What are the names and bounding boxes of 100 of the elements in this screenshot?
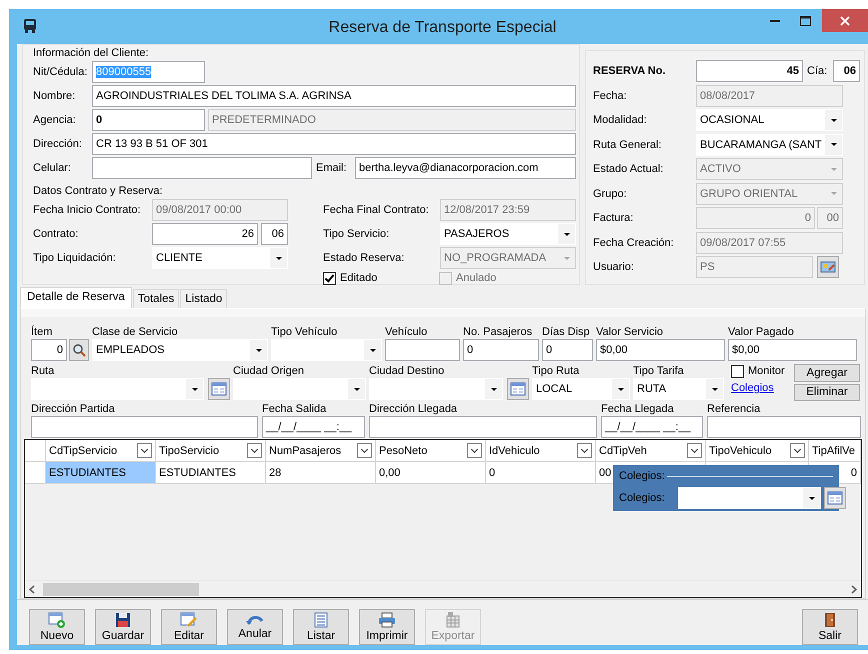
caret-icon <box>276 256 282 260</box>
caret-icon <box>192 388 198 390</box>
row-header <box>25 462 46 484</box>
column-header[interactable]: CdTipVeh <box>596 440 706 462</box>
bus-icon <box>22 18 38 34</box>
input-field[interactable] <box>385 339 460 361</box>
checkbox-label: Monitor <box>748 364 785 378</box>
table-cell: 0 <box>486 462 596 484</box>
input-field[interactable]: 0 <box>542 339 593 361</box>
input-field[interactable]: $0,00 <box>596 339 725 361</box>
toolbar-button[interactable]: Guardar <box>95 609 151 645</box>
dropdown-field[interactable] <box>271 339 382 361</box>
column-filter-button[interactable] <box>357 443 372 458</box>
link[interactable]: Colegios <box>731 381 774 395</box>
dropdown-field[interactable]: PASAJEROS <box>440 223 576 245</box>
dropdown-field[interactable]: EMPLEADOS <box>92 339 268 361</box>
action-button[interactable]: Eliminar <box>794 384 860 401</box>
input-field[interactable]: 0 <box>463 339 539 361</box>
dropdown-field[interactable]: OCASIONAL <box>696 109 843 131</box>
lookup-button[interactable] <box>208 378 230 400</box>
tab[interactable]: Listado <box>180 289 228 308</box>
input-field[interactable] <box>707 416 861 438</box>
dropdown-field[interactable] <box>233 378 366 400</box>
group-label: Información del Cliente: <box>33 46 150 61</box>
scrollbar-thumb[interactable] <box>43 582 199 596</box>
toolbar-button[interactable]: Anular <box>227 609 283 645</box>
checkbox[interactable] <box>731 364 744 378</box>
input-field[interactable]: bertha.leyva@dianacorporacion.com <box>355 157 576 179</box>
search-icon <box>72 343 86 357</box>
column-filter-button[interactable] <box>790 443 805 458</box>
input-field[interactable]: 26 <box>152 223 258 245</box>
input-field[interactable]: AGROINDUSTRIALES DEL TOLIMA S.A. AGRINSA <box>92 85 576 107</box>
column-filter-button[interactable] <box>467 443 482 458</box>
field-label: Clase de Servicio <box>92 325 179 339</box>
field-label: Valor Servicio <box>596 325 664 339</box>
field-label: Fecha Final Contrato: <box>323 203 430 217</box>
close-icon <box>840 16 850 26</box>
field-label: Valor Pagado <box>728 325 795 339</box>
field-label: Fecha Creación: <box>593 236 675 250</box>
column-header[interactable]: TipAfilVe <box>809 440 861 462</box>
field-label: Grupo: <box>593 186 628 200</box>
column-header[interactable]: TipoVehiculo <box>706 440 809 462</box>
tab[interactable]: Totales <box>132 289 180 308</box>
dropdown-field[interactable] <box>31 378 204 400</box>
toolbar-button[interactable]: Imprimir <box>359 609 415 645</box>
dropdown-field[interactable]: RUTA <box>633 378 724 400</box>
column-header[interactable]: PesoNeto <box>376 440 486 462</box>
input-field[interactable]: 06 <box>261 223 288 245</box>
maximize-icon <box>800 16 810 26</box>
search-button[interactable] <box>69 339 89 361</box>
field-label: Dirección Partida <box>31 402 116 416</box>
exit-button[interactable]: Salir <box>802 609 858 645</box>
checkbox-label: Editado <box>340 271 378 285</box>
column-filter-button[interactable] <box>577 443 592 458</box>
input-field[interactable]: 45 <box>696 60 803 82</box>
tab[interactable]: Detalle de Reserva <box>20 287 132 308</box>
action-button[interactable]: Agregar <box>794 364 860 382</box>
column-header[interactable]: NumPasajeros <box>266 440 376 462</box>
column-header[interactable]: IdVehiculo <box>486 440 596 462</box>
column-filter-button[interactable] <box>137 443 152 458</box>
field-label: Colegios: <box>619 491 666 505</box>
input-field[interactable]: 0 <box>92 109 205 131</box>
column-header[interactable]: CdTipServicio <box>46 440 156 462</box>
checkbox[interactable] <box>323 272 336 284</box>
toolbar-button[interactable]: Nuevo <box>29 609 85 645</box>
field-label: Contrato: <box>33 227 80 241</box>
caret-icon <box>830 118 836 122</box>
dropdown-field[interactable] <box>369 378 503 400</box>
dropdown-field[interactable]: LOCAL <box>532 378 630 400</box>
dropdown-field[interactable]: BUCARAMANGA (SANT <box>696 134 843 156</box>
dropdown-field[interactable]: CLIENTE <box>152 247 288 269</box>
field-label: RESERVA No. <box>593 64 667 78</box>
dropdown-field[interactable] <box>678 487 821 509</box>
table-cell: 0,00 <box>376 462 486 484</box>
lookup-button[interactable] <box>824 487 846 509</box>
horizontal-scrollbar[interactable] <box>25 580 861 597</box>
input-field[interactable]: 0 <box>31 339 67 361</box>
caret-icon <box>490 388 496 390</box>
input-field[interactable] <box>31 416 258 438</box>
input-field[interactable]: __/__/____ __:__ <box>601 416 703 438</box>
lookup-button[interactable] <box>507 378 529 400</box>
column-filter-button[interactable] <box>687 443 702 458</box>
user-lookup-button[interactable] <box>817 256 839 278</box>
input-field[interactable] <box>92 157 312 179</box>
id-card-icon <box>820 260 836 274</box>
field-label: Tipo Servicio: <box>323 227 390 241</box>
close-button[interactable] <box>822 9 868 32</box>
input-field[interactable]: CR 13 93 B 51 OF 301 <box>92 133 576 155</box>
field-label: Vehículo <box>385 325 428 339</box>
row-header <box>25 440 46 462</box>
input-field[interactable] <box>369 416 597 438</box>
column-filter-button[interactable] <box>247 443 262 458</box>
column-header[interactable]: TipoServicio <box>156 440 266 462</box>
input-field[interactable]: 06 <box>833 60 860 82</box>
input-field[interactable]: __/__/____ __:__ <box>262 416 365 438</box>
input-field[interactable]: $0,00 <box>728 339 857 361</box>
toolbar-button[interactable]: Editar <box>161 609 217 645</box>
toolbar-button[interactable]: Listar <box>293 609 349 645</box>
field-label: Ruta <box>31 364 56 378</box>
caret-icon <box>830 143 836 146</box>
